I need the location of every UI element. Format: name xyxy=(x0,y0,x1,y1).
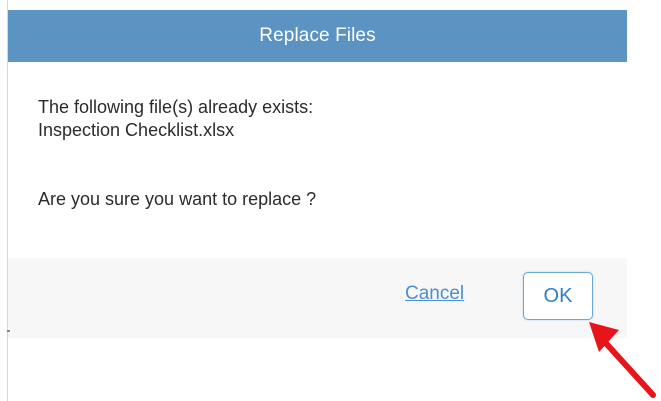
red-arrow-icon xyxy=(589,322,656,398)
ok-button-label: OK xyxy=(543,284,573,307)
dialog-title-bar: Replace Files xyxy=(8,10,627,62)
ok-button[interactable]: OK xyxy=(523,272,593,320)
file-name: Inspection Checklist.xlsx xyxy=(38,120,235,140)
dialog-title: Replace Files xyxy=(259,25,376,46)
dialog-body: The following file(s) already exists: In… xyxy=(38,96,608,211)
confirm-question: Are you sure you want to replace ? xyxy=(38,189,317,209)
edge-mark xyxy=(7,330,10,332)
cancel-button[interactable]: Cancel xyxy=(405,283,464,305)
replace-files-dialog: Replace Files The following file(s) alre… xyxy=(8,0,627,401)
screenshot-page: Replace Files The following file(s) alre… xyxy=(0,0,661,401)
dialog-footer: Cancel OK xyxy=(8,258,627,338)
message-text: The following file(s) already exists: xyxy=(38,97,314,117)
